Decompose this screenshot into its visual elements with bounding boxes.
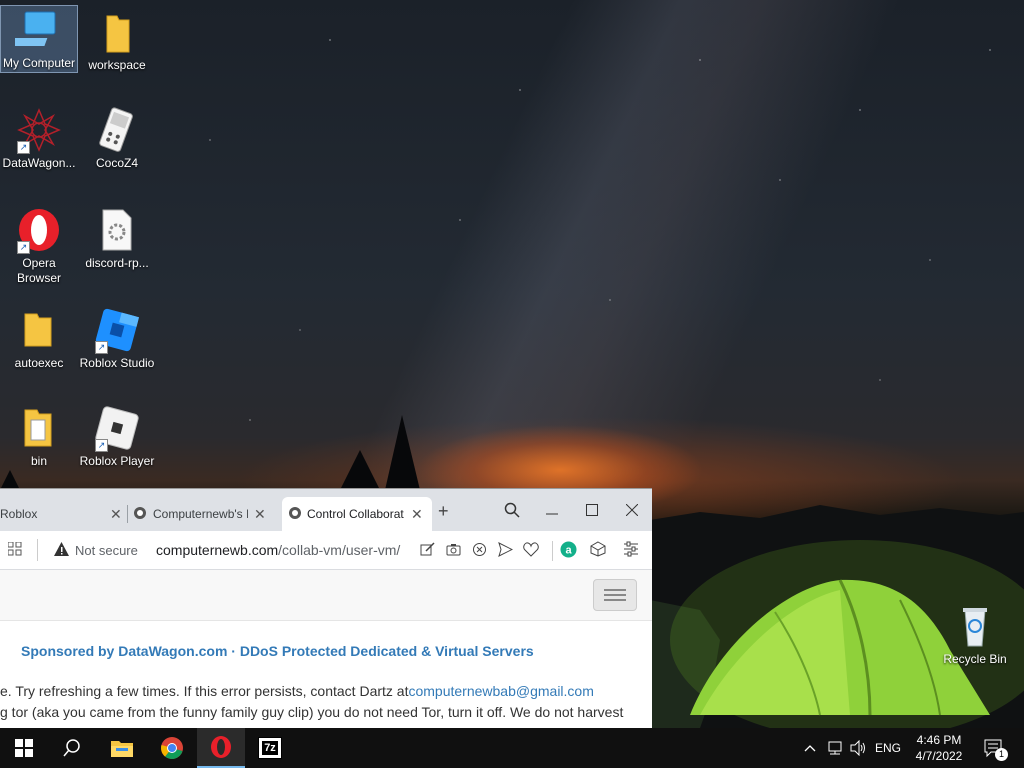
close-window-button[interactable] [612, 497, 652, 523]
contact-email-link[interactable]: computernewbab@gmail.com [408, 683, 593, 699]
taskbar-7zip[interactable]: 7z [246, 728, 294, 768]
desktop-icon-autoexec[interactable]: autoexec [1, 306, 77, 371]
edit-icon[interactable] [420, 542, 435, 560]
block-ads-icon[interactable] [472, 542, 487, 560]
notification-count-badge: 1 [995, 748, 1008, 761]
hamburger-menu-icon[interactable] [593, 579, 637, 611]
aria-icon[interactable]: a [560, 541, 577, 561]
camera-icon[interactable] [446, 542, 461, 560]
easy-setup-icon[interactable] [624, 541, 638, 560]
taskbar-file-explorer[interactable] [98, 728, 146, 768]
taskbar-search-button[interactable] [48, 728, 96, 768]
desktop-icon-discord-rp[interactable]: discord-rp... [79, 206, 155, 271]
tab-divider [127, 505, 128, 523]
tab-roblox[interactable]: Roblox ✕ [0, 497, 122, 531]
clock-time: 4:46 PM [916, 733, 962, 747]
send-icon[interactable] [498, 542, 514, 560]
desktop-icon-my-computer[interactable]: My Computer [0, 5, 78, 73]
show-hidden-icons-chevron-icon[interactable] [800, 728, 820, 768]
close-icon[interactable]: ✕ [110, 506, 122, 523]
cocoz4-icon [93, 106, 141, 154]
desktop: My Computer workspace ↗ DataWagon... Coc… [0, 0, 1024, 728]
action-center-button[interactable]: 1 [976, 728, 1012, 768]
error-message-line-1: e. Try refreshing a few times. If this e… [0, 683, 594, 699]
tab-bar: Roblox ✕ Computernewb's I ✕ Control Coll… [0, 489, 652, 531]
collabvm-favicon-icon [133, 506, 147, 523]
shortcut-arrow-icon: ↗ [95, 341, 108, 354]
recycle-bin-icon [951, 602, 999, 650]
page-content: Sponsored by DataWagon.com · DDoS Protec… [0, 570, 652, 728]
taskbar-opera[interactable] [197, 728, 245, 768]
taskbar: 7z ENG 4:46 PM 4/7/2022 1 [0, 728, 1024, 768]
tab-grid-icon[interactable] [7, 541, 22, 559]
sponsor-link[interactable]: Sponsored by DataWagon.com · DDoS Protec… [21, 643, 534, 659]
opera-icon [211, 736, 231, 758]
taskbar-chrome[interactable] [148, 728, 196, 768]
windows-start-icon [15, 739, 33, 757]
close-icon[interactable]: ✕ [254, 506, 266, 523]
folder-icon [15, 306, 63, 354]
roblox-studio-icon: ↗ [93, 306, 141, 354]
shortcut-arrow-icon: ↗ [17, 141, 30, 154]
desktop-icon-recycle-bin[interactable]: Recycle Bin [937, 602, 1013, 667]
desktop-icon-workspace[interactable]: workspace [79, 8, 155, 73]
settings-file-icon [93, 206, 141, 254]
input-language[interactable]: ENG [872, 728, 904, 768]
opera-icon: ↗ [15, 206, 63, 254]
clock[interactable]: 4:46 PM 4/7/2022 [906, 728, 972, 768]
desktop-icon-datawagon[interactable]: ↗ DataWagon... [1, 106, 77, 171]
desktop-icon-opera[interactable]: ↗ Opera Browser [1, 206, 77, 286]
svg-text:a: a [565, 545, 572, 557]
maximize-button[interactable] [572, 497, 612, 523]
security-status[interactable]: Not secure [75, 543, 138, 558]
close-icon[interactable]: ✕ [411, 506, 423, 523]
7zip-icon: 7z [258, 737, 282, 759]
desktop-icon-cocoz4[interactable]: CocoZ4 [79, 106, 155, 171]
error-message-line-2: g tor (aka you came from the funny famil… [0, 704, 624, 720]
divider [552, 541, 553, 561]
shortcut-arrow-icon: ↗ [95, 439, 108, 452]
search-icon [63, 739, 80, 757]
desktop-icon-roblox-studio[interactable]: ↗ Roblox Studio [79, 306, 155, 371]
roblox-player-icon: ↗ [93, 404, 141, 452]
browser-window: Roblox ✕ Computernewb's I ✕ Control Coll… [0, 488, 652, 728]
folder-icon [15, 404, 63, 452]
warning-icon [54, 542, 69, 559]
collabvm-favicon-icon [288, 506, 302, 523]
address-bar: Not secure computernewb.com/collab-vm/us… [0, 531, 652, 570]
site-navbar [0, 570, 652, 621]
heart-icon[interactable] [523, 542, 539, 560]
chrome-icon [161, 737, 183, 759]
search-tabs-icon[interactable] [492, 497, 532, 523]
extensions-cube-icon[interactable] [590, 541, 606, 560]
file-explorer-icon [111, 741, 133, 757]
folder-icon [93, 8, 141, 56]
new-tab-button[interactable]: + [438, 501, 449, 522]
url-field[interactable]: computernewb.com/collab-vm/user-vm/ [156, 542, 400, 558]
tab-computernewb[interactable]: Computernewb's I ✕ [133, 497, 275, 531]
desktop-icon-bin[interactable]: bin [1, 404, 77, 469]
computer-icon [6, 6, 63, 54]
clock-date: 4/7/2022 [915, 749, 963, 763]
minimize-button[interactable] [532, 497, 572, 523]
volume-icon[interactable] [848, 728, 870, 768]
start-button[interactable] [0, 728, 48, 768]
desktop-icon-roblox-player[interactable]: ↗ Roblox Player [79, 404, 155, 469]
datawagon-icon: ↗ [15, 106, 63, 154]
network-icon[interactable] [823, 728, 847, 768]
shortcut-arrow-icon: ↗ [17, 241, 30, 254]
tab-control-collaborate[interactable]: Control Collaborat ✕ [282, 497, 432, 531]
divider [37, 539, 38, 561]
